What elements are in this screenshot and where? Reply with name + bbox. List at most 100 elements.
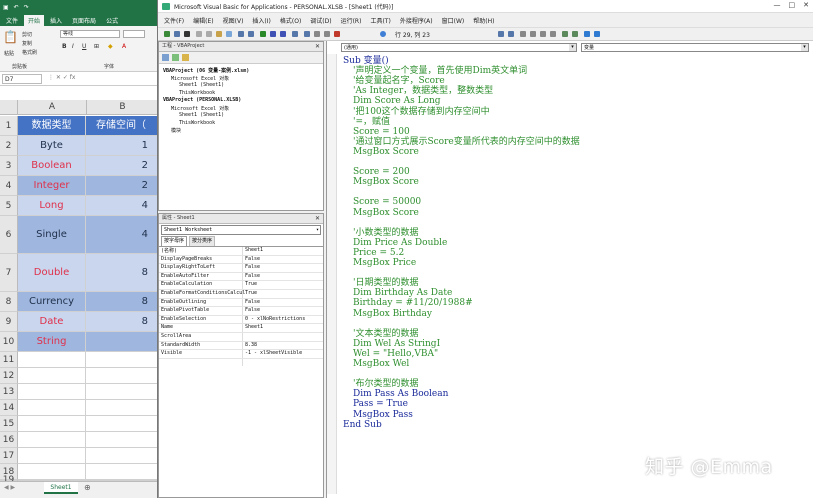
cell-b[interactable]: 2	[86, 176, 157, 196]
ribbon-tab[interactable]: 公式	[102, 15, 122, 26]
find-icon[interactable]	[226, 31, 232, 37]
cell-b[interactable]: 8	[86, 312, 157, 332]
paste-icon[interactable]: 📋	[3, 30, 18, 44]
cell-a[interactable]: String	[18, 332, 86, 352]
code-line[interactable]: End Sub	[343, 420, 382, 430]
cell-b[interactable]	[86, 352, 157, 368]
menu-item[interactable]: 帮助(H)	[473, 16, 494, 25]
comment-block-icon[interactable]	[562, 31, 568, 37]
property-row[interactable]: ScrollArea	[159, 333, 323, 342]
cell-b[interactable]	[86, 332, 157, 352]
property-value[interactable]: False	[245, 264, 260, 270]
maximize-icon[interactable]: □	[789, 1, 796, 9]
menu-item[interactable]: 文件(F)	[164, 16, 184, 25]
cut-icon[interactable]	[196, 31, 202, 37]
ribbon-tab[interactable]: 插入	[46, 15, 66, 26]
property-row[interactable]: DisplayRightToLeft False	[159, 264, 323, 273]
property-row[interactable]: EnablePivotTable False	[159, 307, 323, 316]
column-header-a[interactable]: A	[18, 100, 86, 115]
save-icon[interactable]	[184, 31, 190, 37]
cell-b[interactable]	[86, 384, 157, 400]
property-row[interactable]: DisplayPageBreaks False	[159, 256, 323, 265]
toggle-folders-icon[interactable]	[182, 54, 189, 61]
project-tree-item[interactable]: ThisWorkbook	[179, 90, 215, 96]
reset-icon[interactable]	[280, 31, 286, 37]
cell-a[interactable]: Boolean	[18, 156, 86, 176]
font-size-select[interactable]	[123, 30, 145, 38]
row-header[interactable]: 17	[0, 448, 18, 464]
property-row[interactable]: EnableSelection 0 - xlNoRestrictions	[159, 316, 323, 325]
design-mode-icon[interactable]	[292, 31, 298, 37]
row-header[interactable]: 9	[0, 312, 18, 332]
row-header[interactable]: 1	[0, 116, 18, 136]
fx-icon[interactable]: ⋮ ✕ ✓ fx	[48, 74, 75, 81]
code-gutter[interactable]	[327, 54, 337, 494]
properties-icon[interactable]	[314, 31, 320, 37]
property-value[interactable]: Sheet1	[245, 324, 263, 330]
code-line[interactable]: MsgBox Birthday	[353, 309, 432, 319]
parameter-info-icon[interactable]	[540, 31, 546, 37]
code-line[interactable]: Dim Wel As StringI	[353, 339, 440, 349]
code-line[interactable]: '把100这个数据存储到内存空间中	[353, 107, 490, 117]
ribbon-tab[interactable]: 开始	[24, 15, 45, 26]
code-line[interactable]: Sub 变量()	[343, 56, 389, 66]
save-icon[interactable]: ▣	[3, 4, 9, 11]
view-excel-icon[interactable]	[164, 31, 170, 37]
complete-word-icon[interactable]	[550, 31, 556, 37]
property-row[interactable]: EnableCalculation True	[159, 281, 323, 290]
border-icon[interactable]: ⊞	[94, 43, 99, 50]
menu-item[interactable]: 调试(D)	[310, 16, 331, 25]
code-line[interactable]: Dim Price As Double	[353, 238, 447, 248]
list-members-icon[interactable]	[520, 31, 526, 37]
code-line[interactable]: '通过窗口方式展示Score变量所代表的内存空间中的数据	[353, 137, 580, 147]
select-all-corner[interactable]	[0, 100, 18, 115]
procedure-combo[interactable]: 变量 ▾	[581, 43, 809, 52]
property-value[interactable]: 0 - xlNoRestrictions	[245, 316, 305, 322]
property-row[interactable]: EnableFormatConditionsCalcul True	[159, 290, 323, 299]
cell-a[interactable]	[18, 352, 86, 368]
code-line[interactable]: '=，赋值	[353, 117, 390, 127]
row-header[interactable]: 6	[0, 216, 18, 254]
break-icon[interactable]	[270, 31, 276, 37]
row-header[interactable]: 2	[0, 136, 18, 156]
property-value[interactable]: False	[245, 307, 260, 313]
tab-alphabetic[interactable]: 按字母序	[161, 236, 188, 246]
format-painter-button[interactable]: 格式刷	[22, 49, 37, 56]
cell-b[interactable]	[86, 400, 157, 416]
code-line[interactable]: MsgBox Score	[353, 147, 419, 157]
project-tree-item[interactable]: Sheet1 (Sheet1)	[179, 82, 224, 88]
cell-a[interactable]: Single	[18, 216, 86, 254]
quick-info-icon[interactable]	[530, 31, 536, 37]
code-line[interactable]: MsgBox Pass	[353, 410, 413, 420]
property-row[interactable]: Visible -1 - xlSheetVisible	[159, 350, 323, 359]
close-icon[interactable]: ✕	[803, 1, 809, 9]
row-header[interactable]: 13	[0, 384, 18, 400]
undo-icon[interactable]: ↶	[14, 4, 19, 11]
row-header[interactable]: 8	[0, 292, 18, 312]
code-line[interactable]: MsgBox Score	[353, 208, 419, 218]
view-code-icon[interactable]	[162, 54, 169, 61]
ribbon-tab[interactable]: 文件	[2, 15, 22, 26]
project-tree-item[interactable]: Microsoft Excel 对象	[171, 105, 229, 112]
code-line[interactable]: '声明定义一个变量，首先使用Dim英文单词	[353, 66, 527, 76]
property-value[interactable]: True	[245, 281, 257, 287]
code-line[interactable]: Score = 200	[353, 167, 410, 177]
redo-icon[interactable]	[248, 31, 254, 37]
cell-a[interactable]: Currency	[18, 292, 86, 312]
property-value[interactable]: True	[245, 290, 257, 296]
cell-b[interactable]: 存储空间（	[86, 116, 157, 136]
object-select[interactable]: Sheet1 Worksheet ▾	[161, 225, 321, 235]
help-icon[interactable]	[380, 31, 386, 37]
next-bookmark-icon[interactable]	[594, 31, 600, 37]
italic-icon[interactable]: I	[72, 43, 74, 50]
row-header[interactable]: 15	[0, 416, 18, 432]
code-line[interactable]: '日期类型的数据	[353, 278, 418, 288]
ribbon-tab[interactable]: 页面布局	[68, 15, 100, 26]
property-value[interactable]: False	[245, 299, 260, 305]
project-tree-item[interactable]: Sheet1 (Sheet1)	[179, 112, 224, 118]
tab-categorized[interactable]: 按分类序	[189, 236, 216, 246]
cell-a[interactable]: Date	[18, 312, 86, 332]
project-tree-item[interactable]: 模块	[171, 127, 181, 134]
cell-b[interactable]: 8	[86, 254, 157, 292]
row-header[interactable]: 4	[0, 176, 18, 196]
